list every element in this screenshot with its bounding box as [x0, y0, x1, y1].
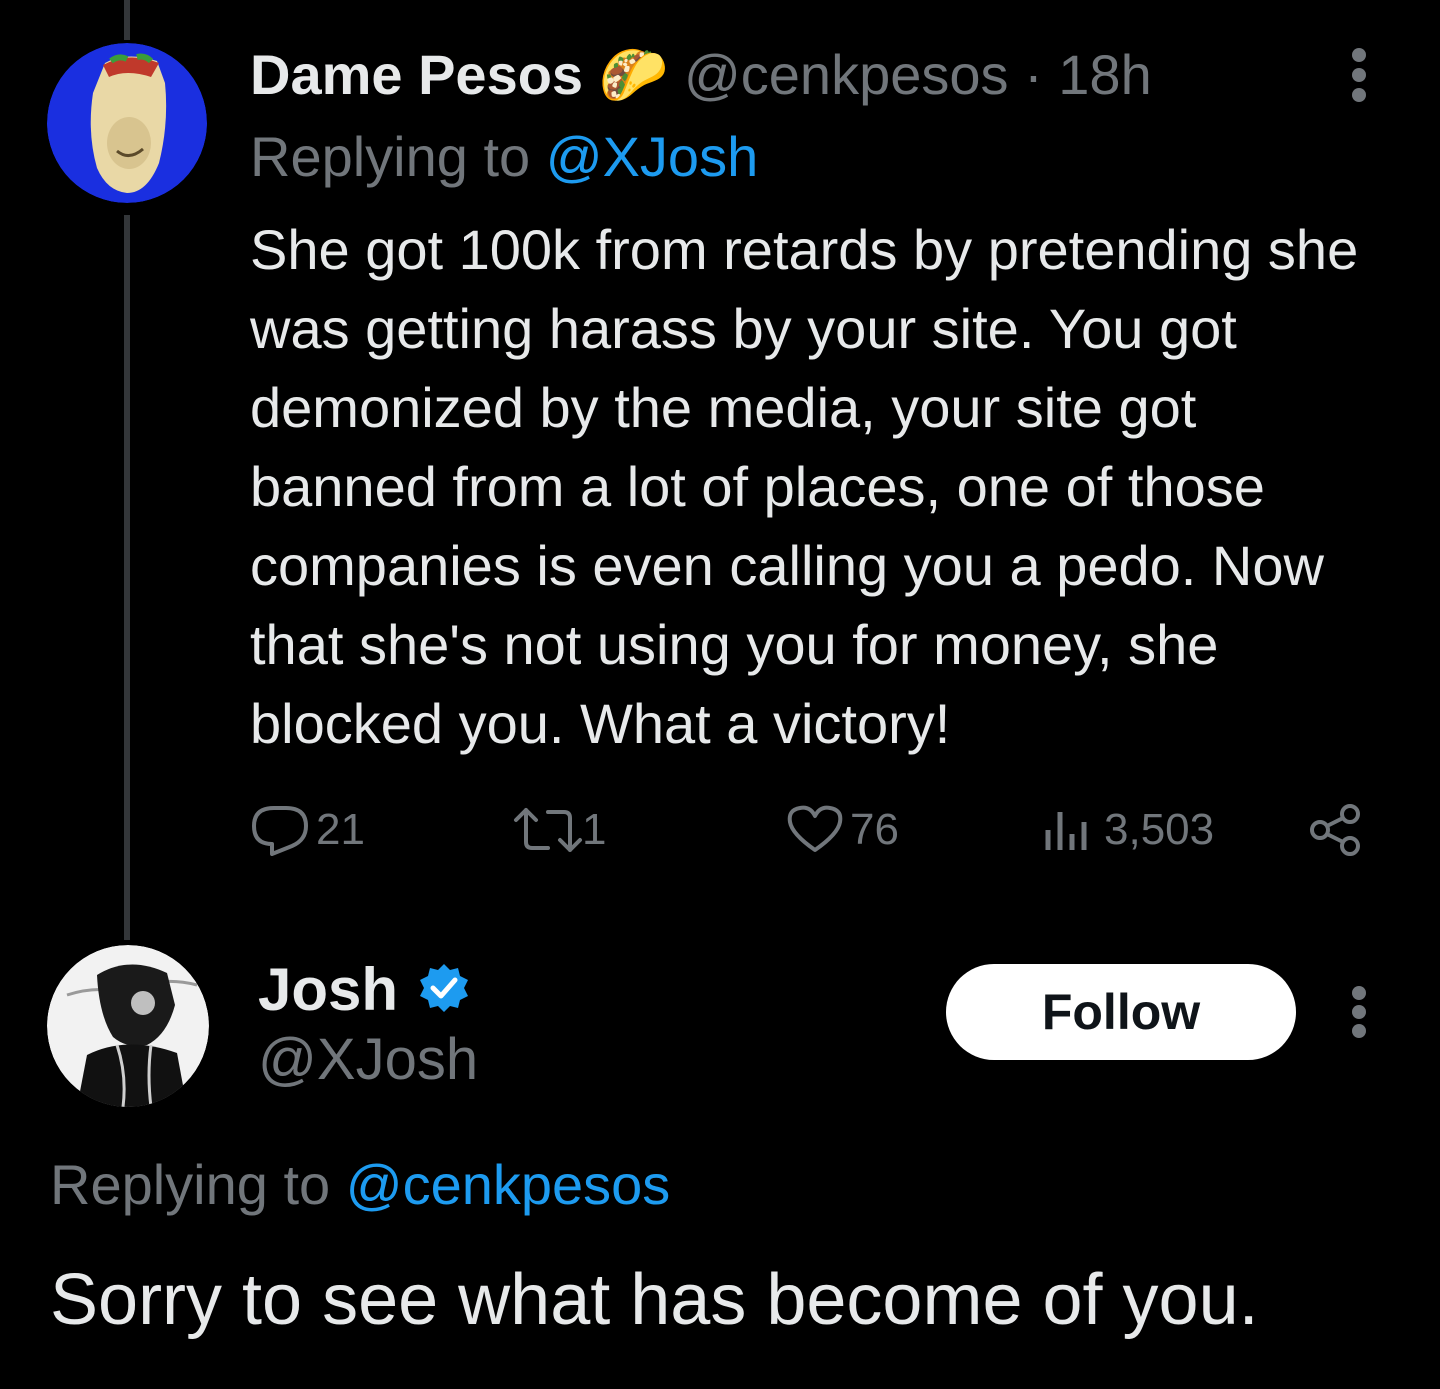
- user-handle[interactable]: @cenkpesos: [684, 43, 1009, 106]
- repost-count: 1: [582, 805, 607, 854]
- views-button[interactable]: 3,503: [1040, 804, 1214, 856]
- share-button[interactable]: [1308, 802, 1364, 858]
- tweet-text: She got 100k from retards by pretending …: [250, 218, 1359, 755]
- tweet2-name-row: Josh: [258, 955, 472, 1025]
- repost-icon: [512, 804, 584, 856]
- thread-line-top: [124, 0, 130, 40]
- follow-button[interactable]: Follow: [946, 964, 1296, 1060]
- like-icon: [786, 804, 844, 856]
- action-bar: 21 1 76 3,503: [250, 800, 1370, 860]
- replying-to: Replying to @XJosh: [250, 122, 758, 192]
- views-count: 3,503: [1104, 805, 1215, 854]
- display-name-josh[interactable]: Josh: [258, 955, 398, 1025]
- display-name[interactable]: Dame Pesos: [250, 43, 583, 106]
- taco-emoji-icon: 🌮: [598, 43, 669, 106]
- reply-button[interactable]: 21: [250, 804, 365, 856]
- verified-badge-icon: [416, 962, 472, 1018]
- timestamp[interactable]: 18h: [1058, 43, 1151, 106]
- like-count: 76: [850, 805, 899, 854]
- separator-dot: ·: [1008, 43, 1059, 106]
- replying-to-label: Replying to: [250, 125, 546, 188]
- replying-to: Replying to @cenkpesos: [50, 1150, 670, 1220]
- views-icon: [1040, 804, 1096, 856]
- repost-button[interactable]: 1: [512, 804, 606, 856]
- avatar-josh[interactable]: [47, 945, 209, 1107]
- reply-count: 21: [316, 805, 365, 854]
- avatar-dame-pesos[interactable]: [47, 43, 207, 203]
- reply-icon: [250, 804, 310, 856]
- user-handle-josh[interactable]: @XJosh: [258, 1025, 478, 1095]
- replying-to-label: Replying to: [50, 1153, 346, 1216]
- replying-to-handle[interactable]: @XJosh: [546, 125, 759, 188]
- tweet1-header: Dame Pesos 🌮 @cenkpesos · 18h: [250, 40, 1152, 110]
- share-icon: [1308, 802, 1364, 858]
- tweet-text: Sorry to see what has become of you.: [50, 1260, 1259, 1340]
- like-button[interactable]: 76: [786, 804, 899, 856]
- replying-to-handle[interactable]: @cenkpesos: [346, 1153, 671, 1216]
- more-icon[interactable]: [1352, 48, 1368, 102]
- thread-line: [124, 215, 130, 940]
- more-icon[interactable]: [1352, 986, 1368, 1038]
